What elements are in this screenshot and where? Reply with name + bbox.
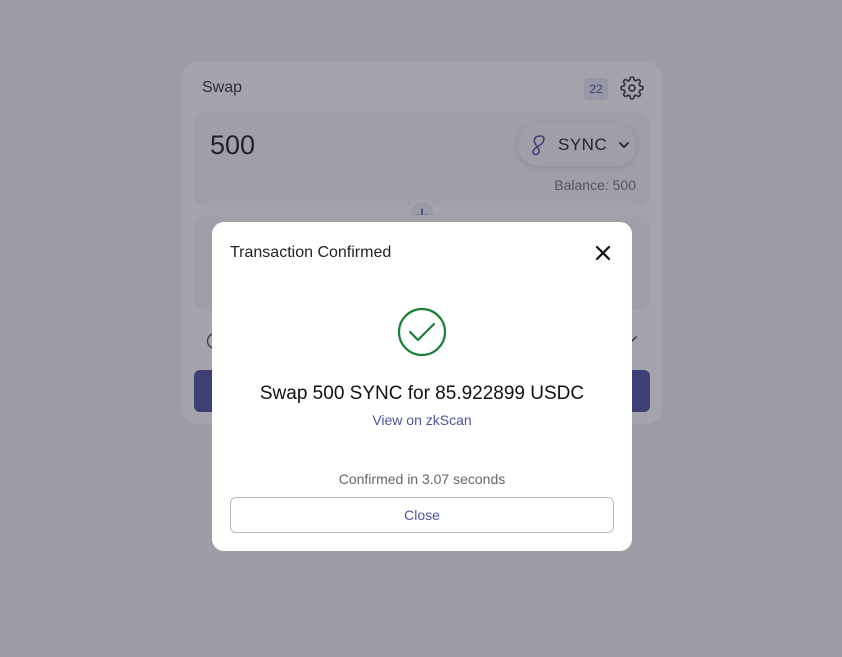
close-icon[interactable] — [592, 242, 614, 264]
view-on-zkscan-link[interactable]: View on zkScan — [212, 412, 632, 428]
transaction-confirmed-modal: Transaction Confirmed Swap 500 SYNC for … — [212, 222, 632, 551]
close-button[interactable]: Close — [230, 497, 614, 533]
swap-summary: Swap 500 SYNC for 85.922899 USDC — [259, 383, 585, 404]
check-circle-icon — [397, 307, 447, 357]
modal-title: Transaction Confirmed — [230, 244, 392, 261]
confirmation-time: Confirmed in 3.07 seconds — [338, 471, 506, 487]
